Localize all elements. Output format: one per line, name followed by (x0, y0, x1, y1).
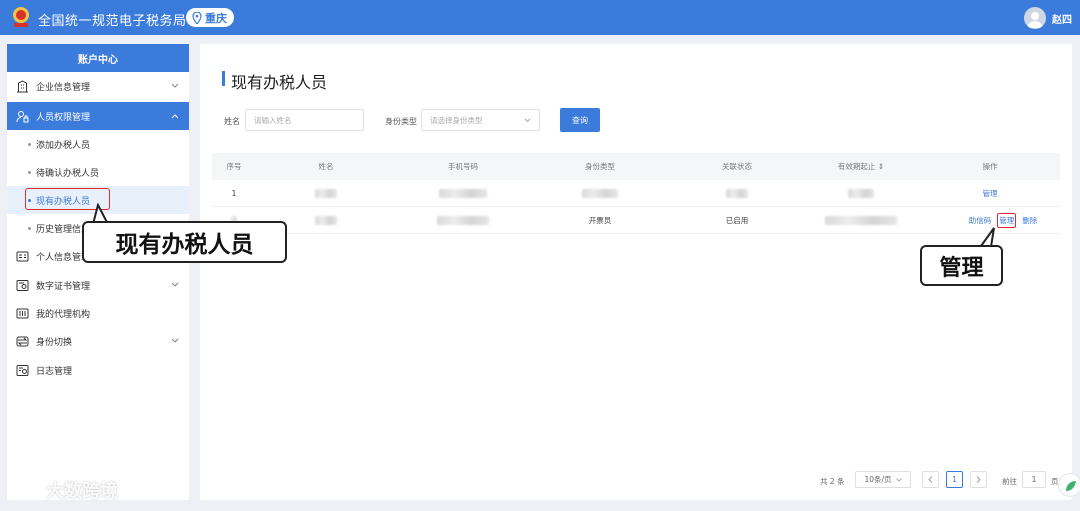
cell-name-redacted (276, 180, 376, 207)
sidebar-subitem-label: 添加办税人员 (36, 140, 91, 151)
sidebar-item-label: 人员权限管理 (36, 112, 91, 123)
sidebar-item-label: 企业信息管理 (36, 82, 91, 93)
chevron-down-icon (171, 338, 179, 343)
id-card-icon (16, 251, 29, 261)
prev-page-button[interactable] (922, 471, 939, 488)
manage-link[interactable]: 管理 (997, 213, 1017, 228)
sidebar-item-company-info[interactable]: 企业信息管理 (7, 72, 189, 100)
cell-phone-redacted (396, 180, 530, 207)
sidebar-item-label: 身份切换 (36, 337, 73, 348)
certificate-icon (16, 279, 29, 291)
chevron-down-icon (171, 83, 179, 88)
cell-status: 已启用 (725, 216, 749, 225)
sidebar-item-agency[interactable]: 我的代理机构 (7, 299, 189, 327)
next-page-button[interactable] (970, 471, 987, 488)
name-filter-label: 姓名 (224, 117, 240, 126)
column-header: 关联状态 (722, 162, 752, 171)
sidebar-item-label: 数字证书管理 (36, 281, 91, 292)
floating-assistant-button[interactable] (1058, 473, 1080, 497)
column-header: 操作 (982, 162, 998, 171)
region-selector[interactable]: 重庆 (186, 8, 234, 27)
cell-status-redacted (682, 180, 792, 207)
watermark-logo-icon (9, 482, 42, 498)
sidebar-item-logs[interactable]: 日志管理 (7, 356, 189, 384)
bullet-icon (28, 142, 31, 146)
user-avatar-icon (1027, 12, 1043, 28)
log-icon (16, 364, 29, 376)
watermark-text: 大数跨境 (46, 481, 118, 502)
sidebar-item-switch-identity[interactable]: 身份切换 (7, 327, 189, 355)
app-title: 全国统一规范电子税务局 (38, 14, 187, 29)
pagination-total: 共 2 条 (820, 477, 845, 486)
location-pin-icon (192, 11, 202, 24)
user-name[interactable]: 赵四 (1052, 11, 1072, 26)
name-input[interactable]: 请输入姓名 (245, 109, 364, 131)
sidebar-item-label: 日志管理 (36, 366, 73, 377)
sidebar: 账户中心 企业信息管理 人员权限管理 添加办税人员 待确认办税人员 现有办税人员… (7, 44, 189, 500)
goto-label: 前往 (1002, 477, 1017, 486)
cell-type-redacted (542, 180, 658, 207)
type-select[interactable]: 请选择身份类型 (421, 109, 540, 131)
top-header: 全国统一规范电子税务局 重庆 赵四 (0, 0, 1080, 35)
cell-actions: 助信码 管理 删除 (938, 207, 1068, 234)
type-filter-label: 身份类型 (385, 117, 417, 126)
title-accent (222, 71, 225, 86)
chevron-down-icon (895, 477, 902, 482)
page-size-select[interactable]: 10条/页 (855, 471, 911, 488)
chevron-down-icon (171, 282, 179, 287)
user-lock-icon (16, 110, 29, 122)
column-header: 身份类型 (585, 162, 615, 171)
sidebar-item-certificates[interactable]: 数字证书管理 (7, 271, 189, 299)
region-label: 重庆 (205, 11, 227, 25)
sidebar-subitem-pending-staff[interactable]: 待确认办税人员 (7, 158, 189, 186)
sidebar-item-permissions[interactable]: 人员权限管理 (7, 102, 189, 130)
sidebar-title: 账户中心 (7, 44, 189, 72)
sidebar-item-label: 我的代理机构 (36, 309, 91, 320)
page-title: 现有办税人员 (231, 73, 328, 92)
switch-icon (16, 336, 29, 346)
bullet-icon (28, 170, 31, 174)
chevron-left-icon (928, 476, 933, 483)
cell-validity-redacted (806, 207, 916, 234)
type-select-placeholder: 请选择身份类型 (430, 115, 483, 125)
column-header-sortable[interactable]: 有效期起止 ⇕ (806, 153, 916, 180)
column-header: 序号 (226, 162, 242, 171)
goto-page-input[interactable]: 1 (1022, 471, 1046, 488)
callout-manage: 管理 (920, 245, 1003, 286)
manage-link[interactable]: 管理 (983, 188, 998, 199)
auth-code-link[interactable]: 助信码 (969, 215, 992, 226)
delete-link[interactable]: 删除 (1022, 215, 1037, 226)
callout-current-staff: 现有办税人员 (82, 221, 287, 263)
table-header: 序号 姓名 手机号码 身份类型 关联状态 有效期起止 ⇕ 操作 (212, 153, 1060, 180)
cell-name-redacted (276, 207, 376, 234)
table-row: 1 管理 (212, 180, 1060, 207)
cell-type: 开票员 (588, 216, 612, 225)
name-input-placeholder: 请输入姓名 (254, 115, 292, 125)
avatar[interactable] (1024, 7, 1046, 29)
leaf-icon (1066, 481, 1076, 491)
sidebar-subitem-label: 待确认办税人员 (36, 168, 100, 179)
watermark: 大数跨境 (8, 477, 118, 503)
page-number-button[interactable]: 1 (946, 471, 963, 488)
cell-index: 1 (231, 189, 237, 198)
table-row: 开票员 已启用 助信码 管理 删除 (212, 207, 1060, 234)
cell-phone-redacted (396, 207, 530, 234)
page-size-label: 10条/页 (864, 475, 892, 484)
column-header: 手机号码 (448, 162, 478, 171)
tax-bureau-logo-icon (13, 7, 29, 27)
agency-icon (16, 308, 29, 318)
chevron-up-icon (171, 114, 179, 119)
sidebar-subitem-add-staff[interactable]: 添加办税人员 (7, 130, 189, 158)
query-button[interactable]: 查询 (560, 108, 600, 132)
chevron-down-icon (524, 118, 531, 123)
chevron-right-icon (976, 476, 981, 483)
bullet-icon (28, 226, 31, 230)
column-header: 姓名 (318, 162, 334, 171)
cell-actions: 管理 (938, 180, 1042, 207)
cell-validity-redacted (806, 180, 916, 207)
building-icon (17, 79, 28, 92)
